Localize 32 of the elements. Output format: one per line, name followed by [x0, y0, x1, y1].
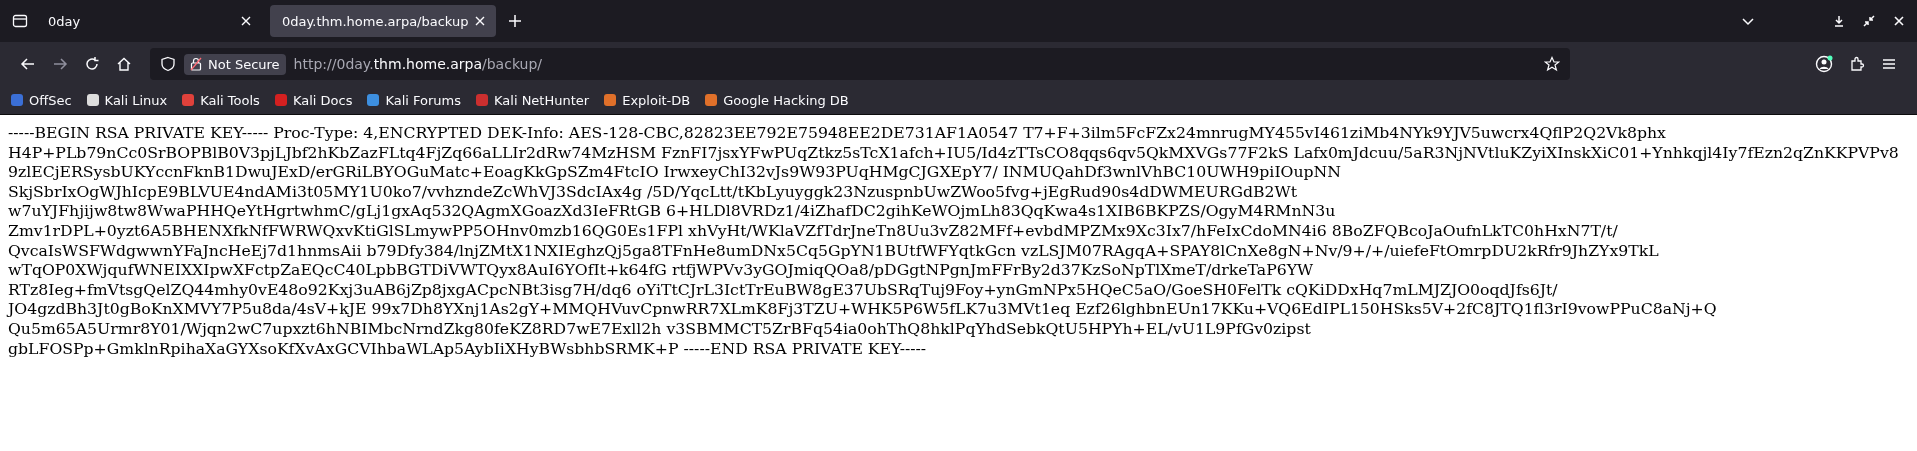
- bookmark-item[interactable]: Kali Forums: [366, 92, 462, 108]
- bookmark-item[interactable]: Kali Linux: [85, 92, 168, 108]
- home-icon[interactable]: [116, 56, 132, 72]
- account-icon[interactable]: [1815, 55, 1833, 73]
- close-icon[interactable]: [240, 15, 252, 27]
- new-tab-icon[interactable]: [508, 14, 522, 28]
- bookmark-item[interactable]: Kali Tools: [181, 92, 260, 108]
- extensions-icon[interactable]: [1849, 56, 1865, 72]
- reload-icon[interactable]: [84, 56, 100, 72]
- not-secure-badge[interactable]: Not Secure: [184, 53, 286, 75]
- page-text: -----BEGIN RSA PRIVATE KEY----- Proc-Type: 4,ENCRYPTED DEK-Info: AES-128-CBC,82823EE792E75948EE2DE731AF1A0547 T7+F+3ilm5FcFZx24mnrugMY455vI461ziMb4NYk9YJV5uwcrx4QflP2Q2Vk8phx H4P+PLb79nCc0SrBOPBlB0V3pjLJbf2hKbZazFLtq4FjZq66aLLIr2dRw74MzHSM FznFI7jsxYFwPUqZtkz5sTcX1afch+IU5/Id4zTTsCO8qqs6qv5QkMXVGs77F2kS Lafx0mJdcuu/5aR3NjNVtluKZyiXInskXiC01+Ynhkqjl4Iy7fEzn2qZnKKPVPv8 9zlECjERSysbUKYccnFknB1DwuJExD/erGRiLBYOGuMatc+EoagKkGpSZm4FtcIO IrwxeyChI32vJs9W93PUqHMgCJGXEpY7/ INMUQahDf3wnlVhBC10UWH9piIOupNN SkjSbrIxOgWJhIcpE9BLVUE4ndAMi3t05MY1U0ko7/vvhzndeZcWhVJ3SdcIAx4g /5D/YqcLtt/tKbLyuyggk23NzuspnbUwZWoo5fvg+jEgRud90s4dDWMEURGdB2Wt w7uYJFhjijw8tw8WwaPHHQeYtHgrtwhmC/gLj1gxAq532QAgmXGoazXd3IeFRtGB 6+HLDl8VRDz1/4iZhafDC2gihKeWOjmLh83QqKwa4s1XIB6BKPZS/OgyM4RMnN3u Zmv1rDPL+0yzt6A5BHENXfkNfFWRWQxvKtiGlSLmywPP5OHnv0mzb16QG0Es1FPl xhVyHt/WKlaVZfTdrJneTn8Uu3vZ82MFf+evbdMPZMx9Xc3Ix7/hFeIxCdoMN4i6 8BoZFQBcoJaOufnLkTC0hHxN7T/t/ QvcaIsWSFWdgwwnYFaJncHeEj7d1hnmsAii b79Dfy384/lnjZMtX1NXIEghzQj5ga8TFnHe8umDNx5Cq5GpYN1BUtfWFYqtkGcn vzLSJM07RAgqA+SPAY8lCnXe8gN+Nv/9+/+/uiefeFtOmrpDU2kRfr9JhZYx9TkL wTqOP0XWjqufWNEIXXIpwXFctpZaEQcC40LpbBGTDiVWTQyx8AuI6YOfIt+k64fG rtfjWPVv3yGOJmiqQOa8/pDGgtNPgnJmFFrBy2d37KzSoNpTlXmeT/drkeTaP6YW RTz8Ieg+fmVtsgQelZQ44mhy0vE48o92Kxj3uAB6jZp8jxgACpcNBt3isg7H/dq6 oYiTtCJrL3IctTrEuBW8gE37UbSRqTuj9Foy+ynGmNPx5HQeC5aO/GoeSH0FelTk cQKiDDxHq7mLMJZJO0oqdJfs6Jt/ JO4gzdBh3Jt0gBoKnXMVY7P5u8da/4sV+kJE 99x7Dh8YXnj1As2gY+MMQHVuvCpnwRR7XLmK8Fj3TZU+WHK5P6W5fLK7u3MVt1eq Ezf26lghbnEUn17KKu+VQ6EdIPL150HSks5V+2fC8JTQ1fl3rI9vowPPuC8aNj+Q Qu5m65A5Urmr8Y01/Wjqn2wC7upxzt6hNBIMbcNrndZkg80feKZ8RD7wE7Exll2h v3SBMMCT5ZrBFq54ia0ohThQ8hklPqYhdSebkQtU5HPYh+EL/vU1L9PfGv0zipst gbLFOSPp+GmklnRpihaXaGYXsoKfXvAxGCVIhbaWLAp5AybIiXHyBWsbhbSRMK+P -----END RSA PRIVATE KEY-----: [8, 123, 1900, 359]
- address-bar[interactable]: Not Secure http://0day.thm.home.arpa/backup/: [150, 48, 1570, 80]
- back-icon[interactable]: [20, 56, 36, 72]
- restore-icon[interactable]: [1863, 15, 1875, 27]
- bookmark-item[interactable]: OffSec: [10, 92, 72, 108]
- security-label: Not Secure: [208, 56, 280, 72]
- browser-tab[interactable]: 0day: [36, 5, 262, 37]
- menu-icon[interactable]: [1881, 56, 1897, 72]
- lock-icon: [190, 57, 202, 71]
- bookmark-item[interactable]: Google Hacking DB: [704, 92, 849, 108]
- close-icon[interactable]: [1893, 15, 1905, 27]
- tab-list-icon[interactable]: [12, 13, 28, 29]
- bookmark-item[interactable]: Exploit-DB: [603, 92, 691, 108]
- bookmark-item[interactable]: Kali Docs: [273, 92, 353, 108]
- star-icon[interactable]: [1544, 56, 1560, 72]
- forward-icon: [52, 56, 68, 72]
- bookmark-item[interactable]: Kali NetHunter: [475, 92, 590, 108]
- minimize-icon[interactable]: [1833, 15, 1845, 27]
- browser-tab[interactable]: 0day.thm.home.arpa/backup: [270, 5, 496, 37]
- shield-icon[interactable]: [160, 56, 176, 72]
- url-text[interactable]: http://0day.thm.home.arpa/backup/: [293, 56, 543, 72]
- close-icon[interactable]: [474, 15, 486, 27]
